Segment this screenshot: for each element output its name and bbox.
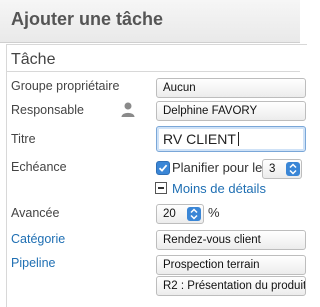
moins-de-details-link[interactable]: Moins de détails bbox=[172, 181, 266, 196]
categorie-select[interactable]: Rendez-vous client bbox=[156, 230, 306, 250]
pipeline-stage-select[interactable]: R2 : Présentation du produit bbox=[156, 276, 306, 296]
responsable-label: Responsable bbox=[11, 103, 84, 117]
dialog-header: Ajouter une tâche bbox=[0, 0, 300, 43]
planifier-day-value: 3 bbox=[269, 163, 276, 175]
titre-label: Titre bbox=[11, 132, 36, 146]
checkmark-icon bbox=[158, 164, 168, 172]
updown-chevron-icon bbox=[190, 208, 198, 220]
echeance-label: Echéance bbox=[11, 160, 67, 174]
categorie-link[interactable]: Catégorie bbox=[11, 232, 65, 246]
pipeline-select[interactable]: Prospection terrain bbox=[156, 255, 306, 275]
responsable-select[interactable]: Delphine FAVORY bbox=[156, 101, 306, 121]
planifier-label: Planifier pour le bbox=[172, 160, 263, 175]
avancee-value: 20 bbox=[163, 208, 176, 220]
day-spinner-icon[interactable] bbox=[286, 162, 300, 176]
section-divider bbox=[7, 71, 300, 72]
dialog-title: Ajouter une tâche bbox=[11, 9, 164, 29]
text-cursor bbox=[237, 132, 239, 146]
groupe-proprietaire-select[interactable]: Aucun bbox=[156, 78, 306, 98]
user-icon bbox=[121, 102, 135, 117]
planifier-checkbox[interactable] bbox=[156, 161, 170, 175]
titre-input[interactable]: RV CLIENT bbox=[156, 126, 306, 152]
section-title: Tâche bbox=[11, 51, 56, 68]
collapse-details-icon[interactable] bbox=[155, 182, 167, 194]
pipeline-link[interactable]: Pipeline bbox=[11, 256, 55, 270]
updown-chevron-icon bbox=[289, 163, 297, 175]
avancee-spinner-icon[interactable] bbox=[187, 207, 201, 221]
percent-unit: % bbox=[208, 205, 220, 220]
groupe-proprietaire-label: Groupe propriétaire bbox=[11, 79, 120, 93]
avancee-label: Avancée bbox=[11, 206, 60, 220]
titre-input-value: RV CLIENT bbox=[163, 131, 236, 147]
